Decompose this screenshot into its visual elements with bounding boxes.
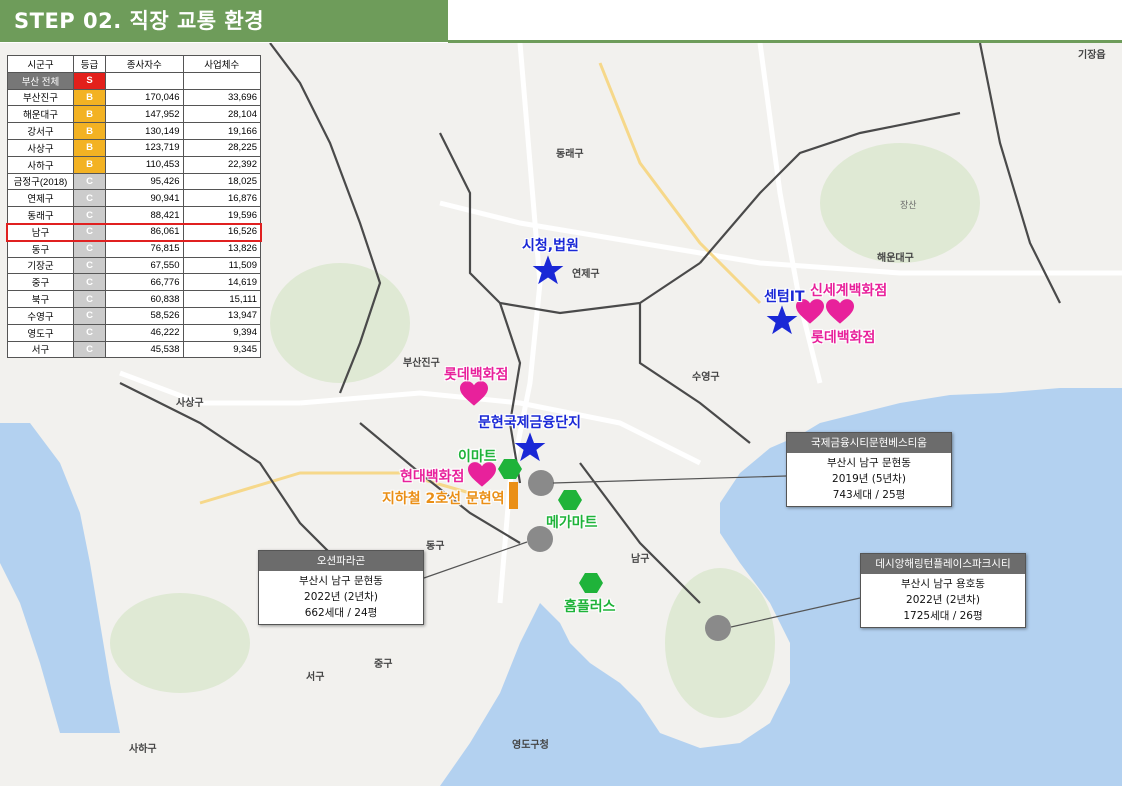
pin-label-mega-mart: 메가마트 (546, 515, 598, 531)
infobox-title: 오션파라곤 (259, 551, 423, 571)
pin-label-subway: 지하철 2호선 문현역 (382, 491, 505, 507)
pin-label-hyundai: 현대백화점 (400, 469, 465, 485)
infobox-address: 부산시 남구 용호동 (901, 578, 985, 590)
infobox-year: 2022년 (2년차) (906, 594, 980, 606)
infobox-title: 데시앙해링턴플레이스파크시티 (861, 554, 1025, 574)
infobox-year: 2019년 (5년차) (832, 473, 906, 485)
infobox-address: 부산시 남구 문현동 (827, 457, 911, 469)
pin-label-lotte-centum: 롯데백화점 (811, 330, 876, 346)
infobox-desiang-harrington[interactable]: 데시앙해링턴플레이스파크시티 부산시 남구 용호동 2022년 (2년차) 17… (860, 553, 1026, 628)
infobox-title: 국제금융시티문현베스티움 (787, 433, 951, 453)
pin-label-homeplus: 홈플러스 (564, 599, 616, 615)
infobox-year: 2022년 (2년차) (304, 591, 378, 603)
infobox-ocean-paragon[interactable]: 오션파라곤 부산시 남구 문현동 2022년 (2년차) 662세대 / 24평 (258, 550, 424, 625)
pin-label-emart: 이마트 (458, 449, 497, 465)
infobox-units: 743세대 / 25평 (832, 489, 906, 501)
pin-label-city-hall: 시청,법원 (522, 238, 579, 254)
infobox-address: 부산시 남구 문현동 (299, 575, 383, 587)
pin-label-shinsegae: 신세계백화점 (810, 283, 888, 299)
connector-lines (423, 475, 861, 628)
pin-label-munhyeon-finance: 문현국제금융단지 (478, 415, 582, 431)
infobox-munhyeon-vestium[interactable]: 국제금융시티문현베스티움 부산시 남구 문현동 2019년 (5년차) 743세… (786, 432, 952, 507)
pin-label-centum: 센텀IT (764, 289, 805, 305)
pin-label-lotte-seomyeon: 롯데백화점 (444, 367, 509, 383)
infobox-units: 1725세대 / 26평 (903, 610, 983, 622)
infobox-units: 662세대 / 24평 (304, 607, 378, 619)
